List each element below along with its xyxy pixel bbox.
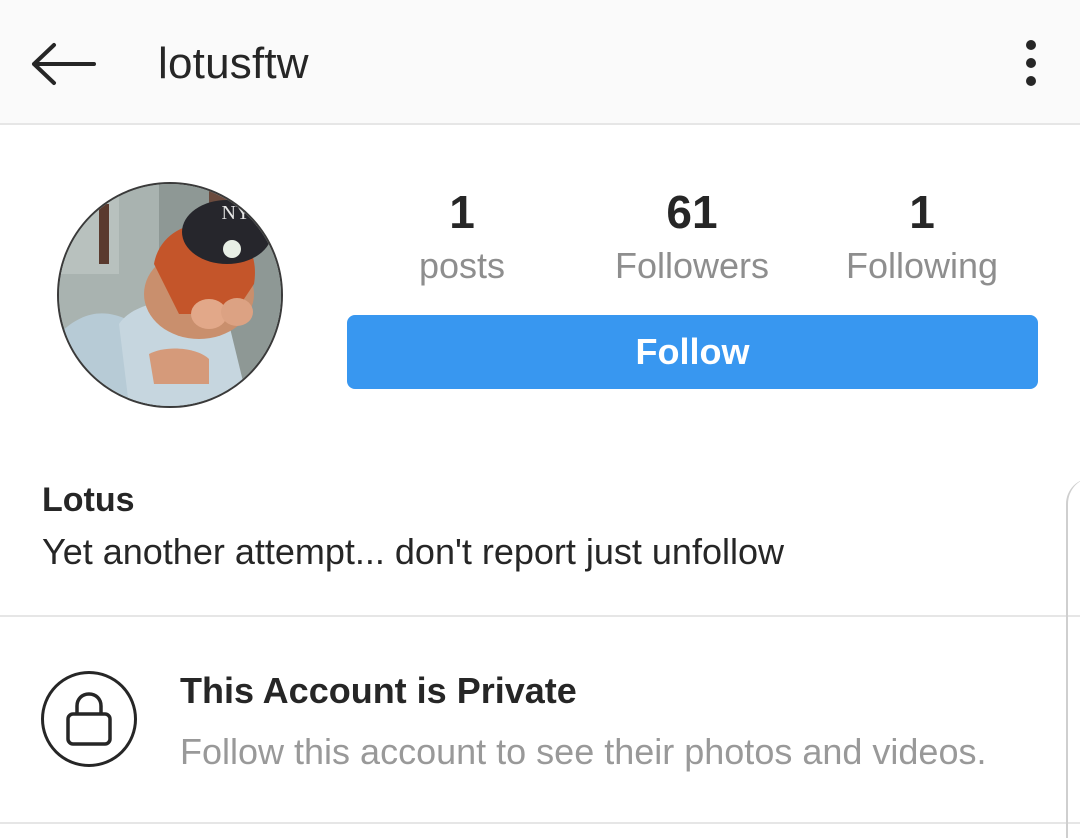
follow-button[interactable]: Follow — [347, 315, 1038, 389]
posts-count-value: 1 — [449, 186, 475, 238]
private-lock-badge — [41, 671, 137, 767]
following-count[interactable]: 1 Following — [822, 186, 1022, 288]
top-app-bar: lotusftw — [0, 0, 1080, 125]
posts-count-label: posts — [418, 245, 506, 286]
private-account-subtitle: Follow this account to see their photos … — [180, 731, 987, 772]
posts-count[interactable]: 1 posts — [362, 186, 562, 288]
more-vertical-icon — [1026, 40, 1036, 50]
more-options-button[interactable] — [1006, 30, 1056, 96]
profile-bio: Yet another attempt... don't report just… — [42, 531, 784, 572]
followers-count-label: Followers — [614, 245, 770, 286]
arrow-left-icon — [32, 43, 96, 85]
private-account-title: This Account is Private — [180, 670, 577, 711]
following-count-value: 1 — [909, 186, 935, 238]
followers-count-value: 61 — [666, 186, 718, 238]
more-vertical-icon-dot — [1026, 76, 1036, 86]
overlay-panel-edge — [1066, 478, 1080, 838]
followers-count[interactable]: 61 Followers — [592, 186, 792, 288]
more-vertical-icon-dot — [1026, 58, 1036, 68]
section-divider — [0, 615, 1080, 617]
lock-icon — [66, 692, 112, 746]
profile-photo: NY — [59, 184, 281, 406]
profile-avatar[interactable]: NY — [57, 182, 283, 408]
profile-username: lotusftw — [158, 39, 309, 88]
back-button[interactable] — [22, 28, 104, 100]
following-count-label: Following — [845, 245, 999, 286]
svg-text:NY: NY — [222, 202, 251, 224]
profile-display-name: Lotus — [42, 481, 135, 519]
section-divider-bottom — [0, 822, 1080, 824]
